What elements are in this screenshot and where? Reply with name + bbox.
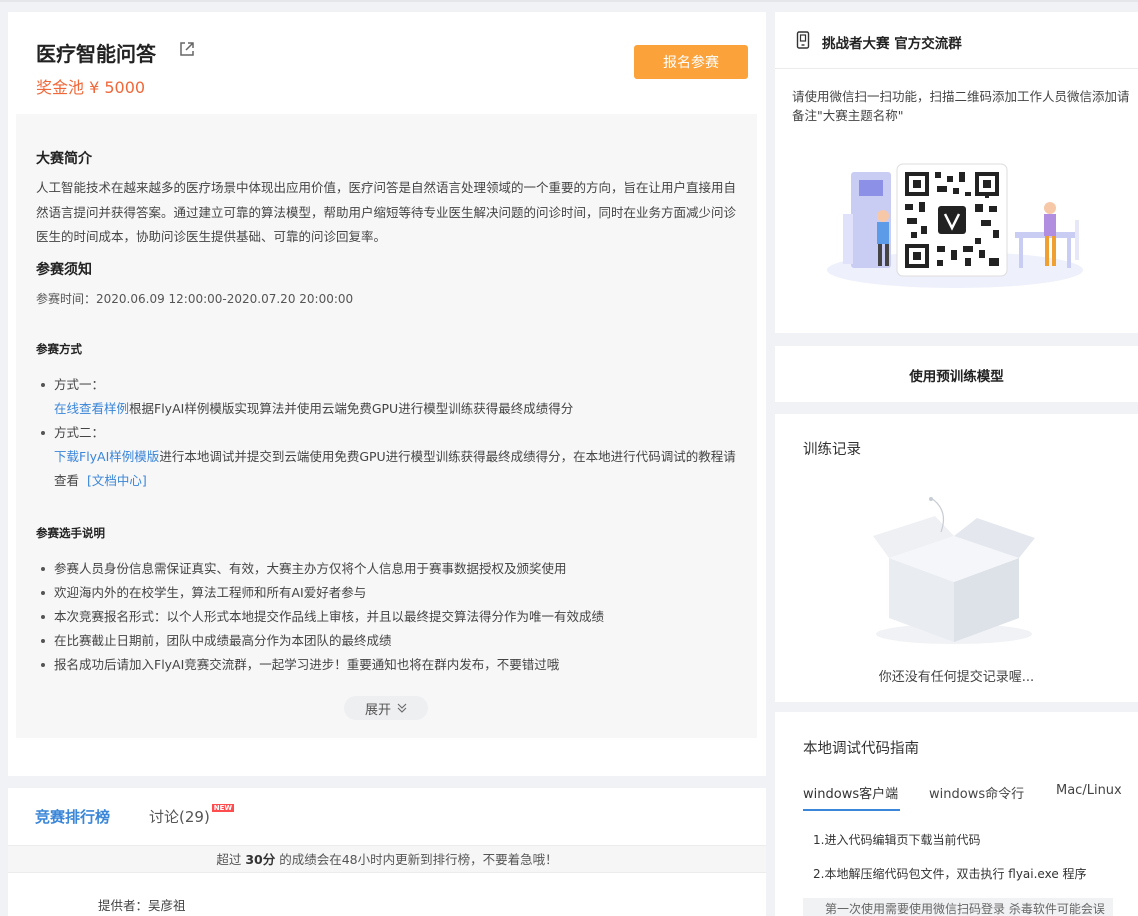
- competition-time: 参赛时间：2020.06.09 12:00:00-2020.07.20 20:0…: [36, 292, 354, 306]
- list-item: 本次竞赛报名形式：以个人形式本地提交作品线上审核，并且以最终提交算法得分作为唯一…: [36, 605, 746, 629]
- method-text: 根据FlyAI样例模版实现算法并使用云端免费GPU进行模型训练获得最终成绩得分: [129, 401, 574, 416]
- training-records-title: 训练记录: [803, 442, 861, 458]
- qr-code-illustration: [827, 163, 1083, 288]
- local-debug-guide-panel: 本地调试代码指南 windows客户端 windows命令行 Mac/Linux…: [775, 712, 1138, 916]
- list-item: 在比赛截止日期前，团队中成绩最高分作为本团队的最终成绩: [36, 629, 746, 653]
- qr-panel: 挑战者大赛 官方交流群 请使用微信扫一扫功能，扫描二维码添加工作人员微信添加请备…: [775, 12, 1138, 333]
- notice-score: 30分: [245, 852, 276, 867]
- expand-button[interactable]: 展开: [344, 696, 428, 720]
- provider-text: 提供者：吴彦祖: [98, 898, 186, 913]
- tab-mac-linux[interactable]: Mac/Linux: [1056, 783, 1122, 798]
- empty-box-illustration: [873, 497, 1035, 644]
- notice-heading: 参赛须知: [36, 262, 92, 278]
- methods-list: 方式一： 在线查看样例根据FlyAI样例模版实现算法并使用云端免费GPU进行模型…: [36, 373, 746, 493]
- intro-text: 人工智能技术在越来越多的医疗场景中体现出应用价值，医疗问答是自然语言处理领域的一…: [36, 180, 737, 244]
- doc-center-link[interactable]: [文档中心]: [87, 473, 147, 488]
- discussion-label: 讨论(29): [149, 808, 210, 826]
- rules-heading: 参赛选手说明: [36, 526, 105, 540]
- list-item: 欢迎海内外的在校学生，算法工程师和所有AI爱好者参与: [36, 581, 746, 605]
- training-records-panel: 训练记录 你还没有任何提交记录喔...: [775, 414, 1138, 702]
- competition-card: 医疗智能问答 奖金池 ¥ 5000 报名参赛 大赛简介 人工智能技术在越来越多的…: [8, 12, 766, 776]
- prize-pool: 奖金池 ¥ 5000: [36, 78, 146, 97]
- tab-windows-client[interactable]: windows客户端: [803, 783, 901, 811]
- methods-heading: 参赛方式: [36, 342, 82, 356]
- tab-windows-cli[interactable]: windows命令行: [929, 783, 1024, 802]
- guide-title: 本地调试代码指南: [803, 741, 919, 757]
- method-label: 方式二：: [54, 425, 105, 440]
- expand-label: 展开: [364, 702, 391, 718]
- guide-step: 2.本地解压缩代码包文件，双击执行 flyai.exe 程序: [813, 867, 1087, 881]
- tab-discussion[interactable]: 讨论(29) NEW: [149, 804, 235, 827]
- signup-button[interactable]: 报名参赛: [634, 45, 748, 79]
- competition-title: 医疗智能问答: [36, 42, 156, 66]
- download-template-link[interactable]: 下载FlyAI样例模版: [54, 449, 159, 464]
- list-item: 参赛人员身份信息需保证真实、有效，大赛主办方仅将个人信息用于赛事数据授权及颁奖使…: [36, 557, 746, 581]
- list-item: 方式一： 在线查看样例根据FlyAI样例模版实现算法并使用云端免费GPU进行模型…: [36, 373, 746, 421]
- phone-icon: [796, 31, 810, 49]
- intro-heading: 大赛简介: [36, 151, 92, 167]
- qr-panel-header: 挑战者大赛 官方交流群: [775, 12, 1138, 69]
- training-empty-text: 你还没有任何提交记录喔...: [878, 670, 1035, 685]
- guide-step: 1.进入代码编辑页下载当前代码: [813, 833, 981, 847]
- online-sample-link[interactable]: 在线查看样例: [54, 401, 129, 416]
- list-item: 方式二： 下载FlyAI样例模版进行本地调试并提交到云端使用免费GPU进行模型训…: [36, 421, 746, 493]
- chevron-down-icon: [397, 703, 407, 713]
- notice-suffix: 的成绩会在48小时内更新到排行榜，不要着急哦！: [275, 852, 558, 867]
- tab-leaderboard[interactable]: 竞赛排行榜: [35, 806, 110, 827]
- top-divider: [0, 0, 1138, 2]
- leaderboard-notice: 超过 30分 的成绩会在48小时内更新到排行榜，不要着急哦！: [8, 845, 766, 873]
- rules-list: 参赛人员身份信息需保证真实、有效，大赛主办方仅将个人信息用于赛事数据授权及颁奖使…: [36, 557, 746, 677]
- list-item: 报名成功后请加入FlyAI竞赛交流群，一起学习进步！重要通知也将在群内发布，不要…: [36, 653, 746, 677]
- new-badge: NEW: [211, 804, 235, 812]
- pretrained-model-button[interactable]: 使用预训练模型: [775, 365, 1138, 385]
- qr-panel-title: 挑战者大赛 官方交流群: [822, 36, 962, 52]
- pretrained-model-panel: 使用预训练模型: [775, 346, 1138, 402]
- qr-instructions: 请使用微信扫一扫功能，扫描二维码添加工作人员微信添加请备注"大赛主题名称": [792, 89, 1130, 123]
- intro-panel: 大赛简介 人工智能技术在越来越多的医疗场景中体现出应用价值，医疗问答是自然语言处…: [16, 114, 757, 738]
- share-icon[interactable]: [178, 40, 196, 58]
- leaderboard-card: 竞赛排行榜 讨论(29) NEW 超过 30分 的成绩会在48小时内更新到排行榜，…: [8, 788, 766, 916]
- method-label: 方式一：: [54, 377, 105, 392]
- notice-prefix: 超过: [216, 852, 246, 867]
- guide-note: 第一次使用需要使用微信扫码登录 杀毒软件可能会误: [803, 898, 1113, 916]
